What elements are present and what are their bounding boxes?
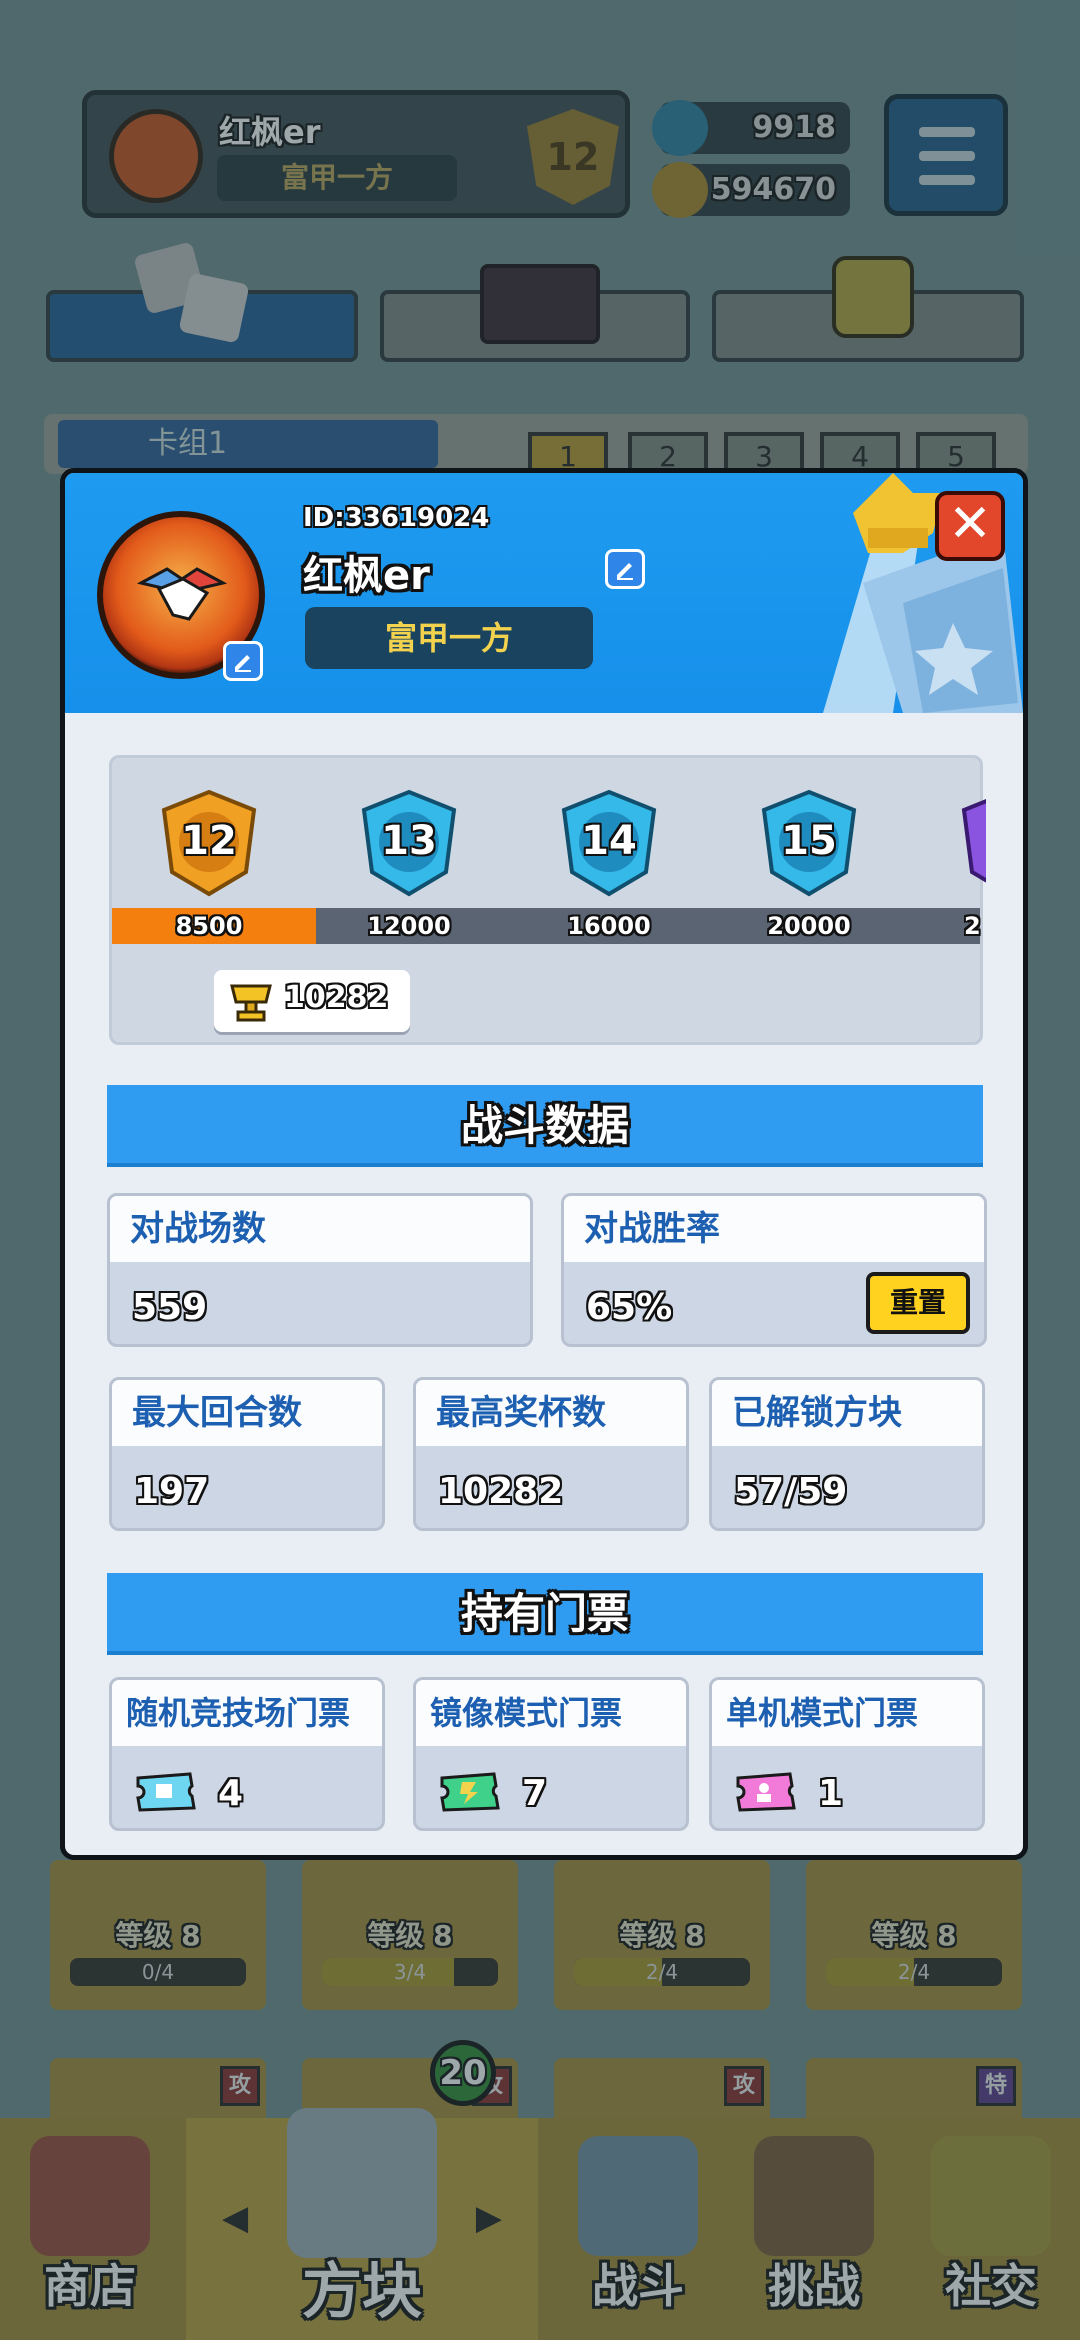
stat-value: 197 (134, 1471, 210, 1512)
ticket-count: 4 (218, 1773, 244, 1814)
ticket-card-arena: 随机竞技场门票 4 (109, 1677, 385, 1831)
close-button[interactable]: ✕ (935, 491, 1005, 561)
mirror-ticket-icon (440, 1772, 500, 1812)
rank-badge-next (954, 788, 986, 898)
rank-badge-12: 12 (154, 788, 264, 898)
ticket-count: 1 (818, 1773, 844, 1814)
rank-threshold: 16000 (567, 912, 651, 940)
edit-name-icon[interactable] (605, 549, 645, 589)
profile-header: ID:33619024 红枫er 富甲一方 ✕ (65, 473, 1023, 713)
ticket-count: 7 (522, 1773, 548, 1814)
profile-modal: ID:33619024 红枫er 富甲一方 ✕ 12 13 14 15 8500… (60, 468, 1028, 1860)
arena-ticket-icon (136, 1772, 196, 1812)
rank-threshold: 12000 (367, 912, 451, 940)
stat-label: 对战场数 (110, 1196, 530, 1262)
stat-value: 559 (132, 1287, 208, 1328)
stat-value: 57/59 (734, 1471, 848, 1512)
rank-badge-13: 13 (354, 788, 464, 898)
stat-card-matches: 对战场数 559 (107, 1193, 533, 1347)
current-trophies: 10282 (214, 970, 410, 1032)
rank-threshold: 2 (964, 912, 981, 940)
stat-card-unlocked-blocks: 已解锁方块 57/59 (709, 1377, 985, 1531)
solo-ticket-icon (736, 1772, 796, 1812)
reset-button[interactable]: 重置 (866, 1272, 970, 1334)
stat-card-max-trophies: 最高奖杯数 10282 (413, 1377, 689, 1531)
battle-data-heading: 战斗数据 (107, 1085, 983, 1167)
stat-label: 已解锁方块 (712, 1380, 982, 1446)
stat-label: 最高奖杯数 (416, 1380, 686, 1446)
stat-label: 最大回合数 (112, 1380, 382, 1446)
handshake-icon (137, 567, 227, 621)
stat-card-winrate: 对战胜率 65% 重置 (561, 1193, 987, 1347)
ticket-card-solo: 单机模式门票 1 (709, 1677, 985, 1831)
profile-title-badge[interactable]: 富甲一方 (305, 607, 593, 669)
stat-label: 对战胜率 (564, 1196, 984, 1262)
ticket-card-mirror: 镜像模式门票 7 (413, 1677, 689, 1831)
player-id: ID:33619024 (303, 503, 490, 533)
edit-avatar-icon[interactable] (223, 641, 263, 681)
tickets-heading: 持有门票 (107, 1573, 983, 1655)
ticket-label: 镜像模式门票 (416, 1680, 686, 1746)
rank-threshold: 20000 (767, 912, 851, 940)
profile-name: 红枫er (303, 553, 430, 599)
rank-badge-15: 15 (754, 788, 864, 898)
ticket-label: 随机竞技场门票 (112, 1680, 382, 1746)
stat-value: 65% (586, 1287, 673, 1328)
rank-badge-14: 14 (554, 788, 664, 898)
ticket-label: 单机模式门票 (712, 1680, 982, 1746)
rank-threshold: 8500 (175, 912, 243, 940)
stat-value: 10282 (438, 1471, 564, 1512)
trophy-icon (230, 984, 272, 1022)
rank-progress-panel: 12 13 14 15 8500 12000 16000 20000 2 102… (109, 755, 986, 1045)
stat-card-max-rounds: 最大回合数 197 (109, 1377, 385, 1531)
